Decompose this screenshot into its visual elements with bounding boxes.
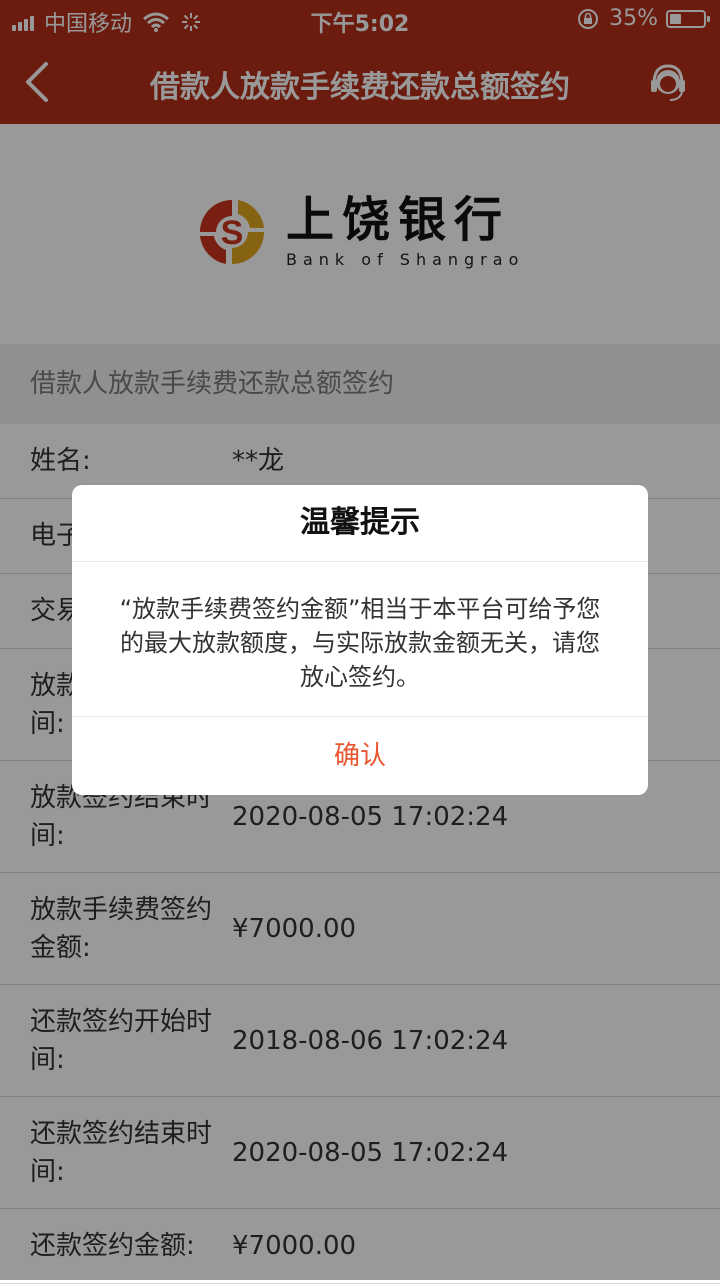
dialog-message: “放款手续费签约金额”相当于本平台可给予您的最大放款额度，与实际放款金额无关，请… — [119, 595, 601, 691]
tip-dialog: 温馨提示 “放款手续费签约金额”相当于本平台可给予您的最大放款额度，与实际放款金… — [72, 485, 648, 795]
confirm-button[interactable]: 确认 — [72, 716, 648, 795]
dialog-title: 温馨提示 — [72, 485, 648, 562]
